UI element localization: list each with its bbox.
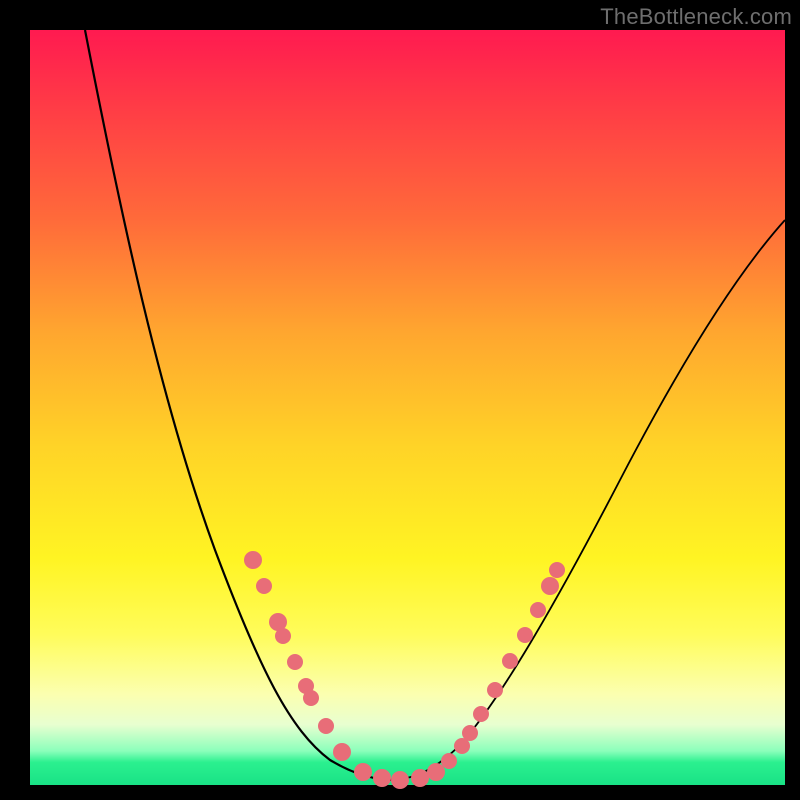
data-point [318, 718, 334, 734]
data-point [391, 771, 409, 789]
data-point [427, 763, 445, 781]
data-point [256, 578, 272, 594]
dots-left-group [244, 551, 409, 789]
left-curve [85, 30, 395, 780]
data-point [333, 743, 351, 761]
data-point [244, 551, 262, 569]
data-point [303, 690, 319, 706]
chart-svg [30, 30, 785, 785]
data-point [502, 653, 518, 669]
chart-frame: TheBottleneck.com [0, 0, 800, 800]
curve-group [85, 30, 785, 780]
data-point [373, 769, 391, 787]
dots-right-group [411, 562, 565, 787]
data-point [487, 682, 503, 698]
data-point [462, 725, 478, 741]
right-curve [395, 220, 785, 780]
data-point [411, 769, 429, 787]
plot-area [30, 30, 785, 785]
data-point [530, 602, 546, 618]
data-point [287, 654, 303, 670]
data-point [517, 627, 533, 643]
data-point [549, 562, 565, 578]
data-point [473, 706, 489, 722]
data-point [275, 628, 291, 644]
data-point [441, 753, 457, 769]
watermark-text: TheBottleneck.com [600, 4, 792, 30]
data-point [541, 577, 559, 595]
data-point [354, 763, 372, 781]
